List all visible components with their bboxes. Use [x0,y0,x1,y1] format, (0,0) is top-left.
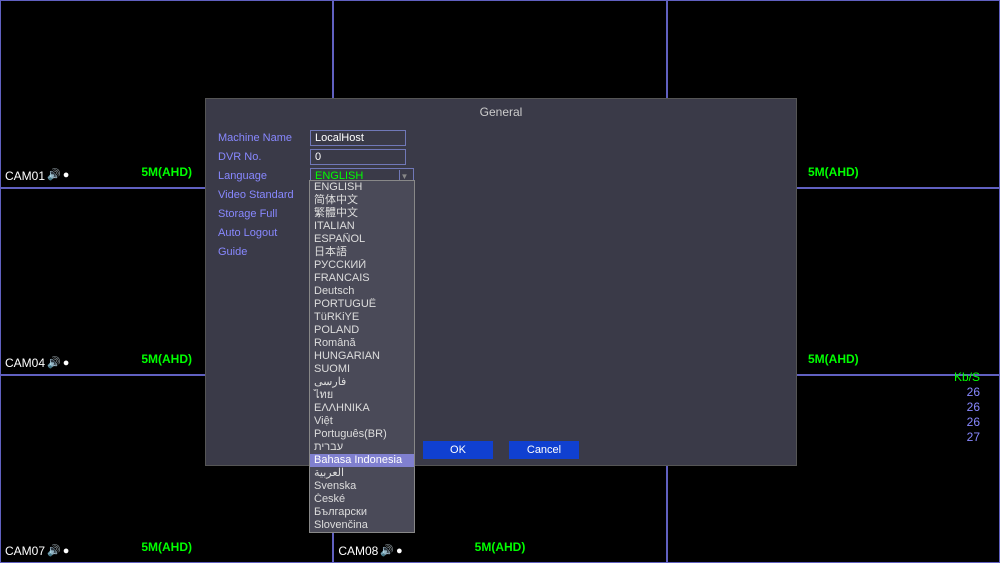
resolution-label: 5M(AHD) [475,540,526,554]
speaker-icon: 🔊 [47,358,61,369]
guide-label: Guide [218,246,310,258]
record-icon: ● [63,358,70,369]
speaker-icon: 🔊 [47,546,61,557]
general-settings-dialog: General Machine Name DVR No. Language EN… [205,98,797,466]
resolution-label: 5M(AHD) [141,540,192,554]
language-label: Language [218,170,310,182]
dvr-no-input[interactable] [310,149,406,165]
bitrate-stats: Kb/S 26 26 26 27 [954,370,980,445]
language-option[interactable]: Deutsch [310,285,414,298]
language-option[interactable]: Svenska [310,480,414,493]
stats-row: 26 [954,385,980,400]
speaker-icon: 🔊 [47,170,61,181]
language-dropdown[interactable]: ENGLISH简体中文繁體中文ITALIANESPAÑOL日本語РУССКИЙF… [309,180,415,533]
stats-row: 27 [954,430,980,445]
language-option[interactable]: فارسی [310,376,414,389]
speaker-icon: 🔊 [380,546,394,557]
language-option[interactable]: 简体中文 [310,194,414,207]
language-option[interactable]: ไทย [310,389,414,402]
language-option[interactable]: 繁體中文 [310,207,414,220]
language-option[interactable]: Bahasa Indonesia [310,454,414,467]
language-option[interactable]: Português(BR) [310,428,414,441]
language-option[interactable]: العربية [310,467,414,480]
camera-label: CAM07 🔊 ● [5,544,69,558]
machine-name-input[interactable] [310,130,406,146]
language-option[interactable]: 日本語 [310,246,414,259]
resolution-label: 5M(AHD) [808,165,859,179]
stats-row: 26 [954,415,980,430]
camera-label: CAM01 🔊 ● [5,169,69,183]
language-option[interactable]: Việt [310,415,414,428]
storage-full-label: Storage Full [218,208,310,220]
stats-row: 26 [954,400,980,415]
ok-button[interactable]: OK [423,441,493,459]
dvr-no-label: DVR No. [218,151,310,163]
cancel-button[interactable]: Cancel [509,441,579,459]
language-option[interactable]: Slovenčina [310,519,414,532]
language-option[interactable]: FRANCAIS [310,272,414,285]
language-option[interactable]: Български [310,506,414,519]
language-option[interactable]: ΕΛΛΗΝΙΚΑ [310,402,414,415]
resolution-label: 5M(AHD) [141,165,192,179]
language-option[interactable]: ENGLISH [310,181,414,194]
language-option[interactable]: TüRKiYE [310,311,414,324]
language-option[interactable]: ITALIAN [310,220,414,233]
record-icon: ● [396,546,403,557]
language-option[interactable]: POLAND [310,324,414,337]
language-option[interactable]: SUOMI [310,363,414,376]
language-option[interactable]: České [310,493,414,506]
resolution-label: 5M(AHD) [808,352,859,366]
resolution-label: 5M(AHD) [141,352,192,366]
stats-header: Kb/S [954,370,980,385]
camera-label: CAM08 🔊 ● [338,544,402,558]
machine-name-label: Machine Name [218,132,310,144]
language-option[interactable]: PORTUGUÊ [310,298,414,311]
video-standard-label: Video Standard [218,189,310,201]
language-option[interactable]: Română [310,337,414,350]
language-option[interactable]: HUNGARIAN [310,350,414,363]
record-icon: ● [63,546,70,557]
record-icon: ● [63,170,70,181]
language-option[interactable]: РУССКИЙ [310,259,414,272]
language-option[interactable]: ESPAÑOL [310,233,414,246]
dialog-title: General [206,99,796,129]
language-option[interactable]: עברית [310,441,414,454]
auto-logout-label: Auto Logout [218,227,310,239]
camera-label: CAM04 🔊 ● [5,356,69,370]
